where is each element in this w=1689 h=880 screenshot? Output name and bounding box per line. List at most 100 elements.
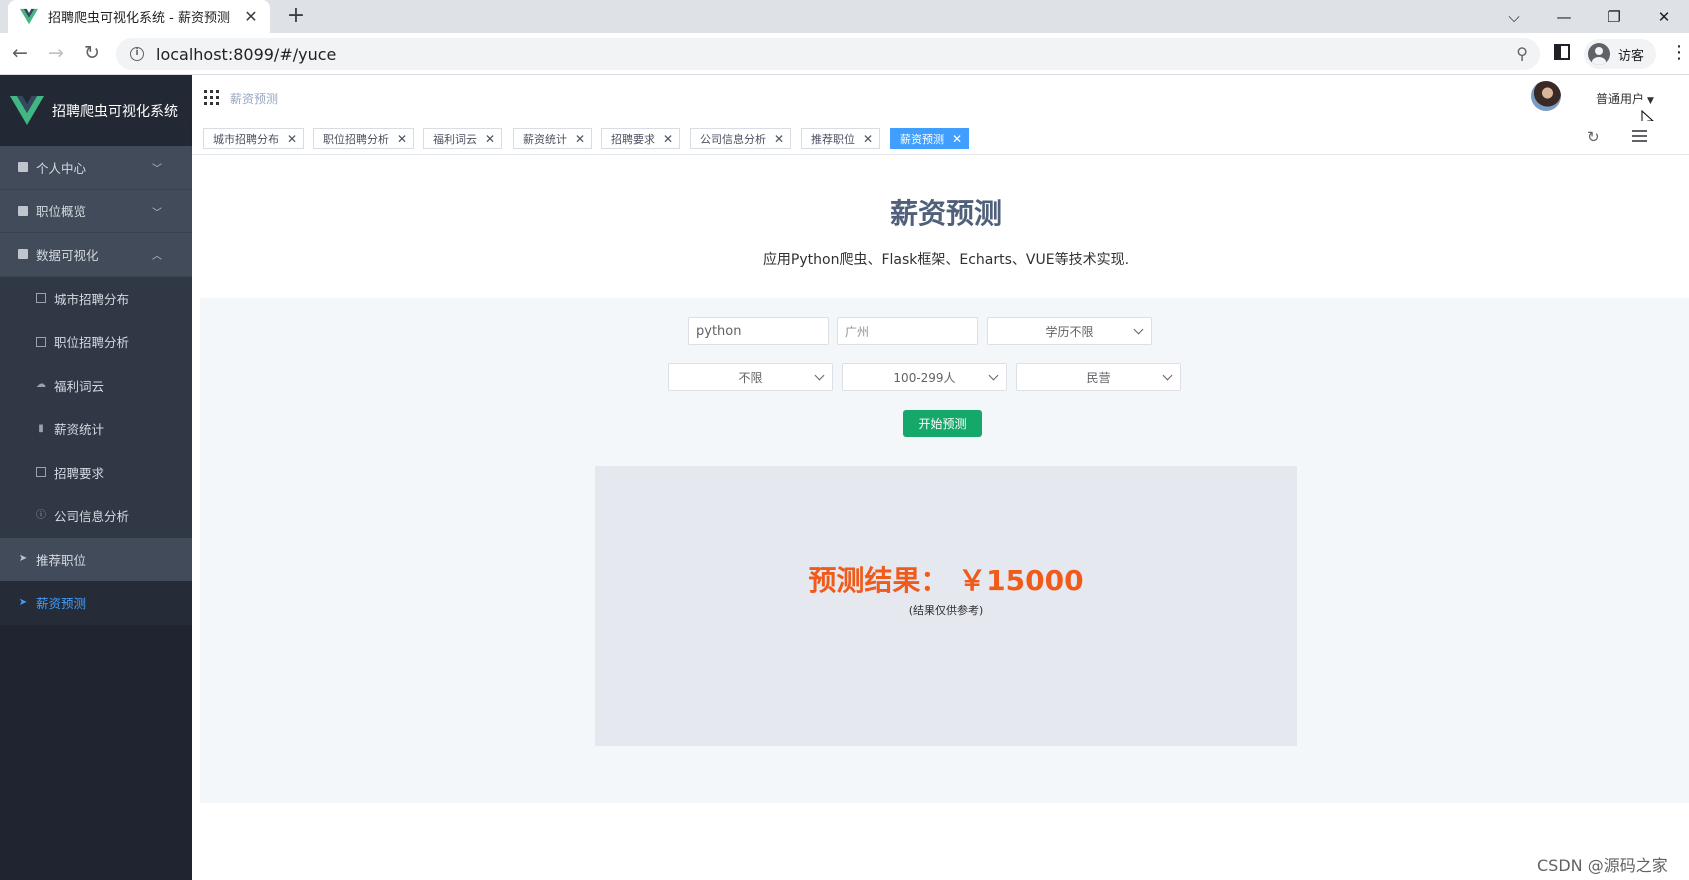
tag-recommended-jobs[interactable]: 推荐职位 ✕ — [801, 128, 881, 149]
browser-tab[interactable]: 招聘爬虫可视化系统 - 薪资预测 ✕ — [8, 0, 270, 33]
site-info-icon[interactable]: i — [130, 47, 144, 61]
sidebar-item-label: 城市招聘分布 — [54, 291, 130, 307]
sidebar-item-requirements[interactable]: 招聘要求 — [0, 450, 192, 494]
bar-chart-icon: ▮ — [38, 422, 44, 434]
apps-grid-icon[interactable] — [204, 90, 219, 105]
chevron-down-icon — [1162, 370, 1173, 381]
main-content: 薪资预测 应用Python爬虫、Flask框架、Echarts、VUE等技术实现… — [192, 155, 1689, 880]
sidebar-item-recommended-jobs[interactable]: ➤ 推荐职位 — [0, 537, 192, 581]
info-icon: ⓘ — [36, 509, 46, 521]
sidebar-item-label: 公司信息分析 — [54, 509, 130, 525]
refresh-icon[interactable]: ↻ — [1587, 128, 1600, 146]
company-size-select[interactable]: 100-299人 — [842, 363, 1007, 391]
new-tab-button[interactable]: + — [284, 3, 308, 28]
tags-view: 城市招聘分布 ✕ 职位招聘分析 ✕ 福利词云 ✕ 薪资统计 ✕ 招聘要求 ✕ 公司信息分析… — [192, 121, 1689, 155]
chevron-up-icon: ︿ — [152, 251, 162, 262]
tag-label: 推荐职位 — [811, 132, 855, 146]
sidebar-item-label: 个人中心 — [36, 160, 87, 176]
reload-icon[interactable]: ↻ — [80, 42, 104, 64]
tag-label: 薪资预测 — [900, 132, 944, 146]
tag-label: 薪资统计 — [523, 132, 567, 146]
sidebar-item-personal-center[interactable]: 个人中心 ﹀ — [0, 146, 192, 190]
list-icon — [36, 467, 46, 478]
tag-requirements[interactable]: 招聘要求 ✕ — [601, 128, 681, 149]
send-icon: ➤ — [18, 596, 28, 608]
side-panel-icon[interactable] — [1554, 44, 1570, 60]
back-icon[interactable]: ← — [8, 42, 32, 64]
table-icon — [36, 293, 46, 304]
vue-logo-icon — [10, 95, 44, 125]
url-text[interactable]: localhost:8099/#/yuce — [156, 45, 336, 64]
close-tab-icon[interactable]: ✕ — [242, 7, 260, 26]
minimize-icon[interactable]: — — [1539, 8, 1589, 26]
experience-select-value: 不限 — [738, 370, 763, 385]
sidebar-item-job-analysis[interactable]: 职位招聘分析 — [0, 320, 192, 364]
tag-company-analysis[interactable]: 公司信息分析 ✕ — [690, 128, 792, 149]
document-icon — [18, 249, 28, 260]
watermark: CSDN @源码之家 — [1537, 856, 1668, 875]
sidebar-item-salary-stats[interactable]: ▮ 薪资统计 — [0, 407, 192, 451]
chevron-down-icon: ﹀ — [152, 164, 162, 175]
tag-salary-stats[interactable]: 薪资统计 ✕ — [513, 128, 593, 149]
user-menu[interactable]: 普通用户 ▼ — [1596, 90, 1654, 107]
tag-label: 招聘要求 — [611, 132, 655, 146]
close-icon[interactable]: ✕ — [575, 132, 585, 146]
cloud-icon: ☁ — [36, 379, 46, 391]
close-icon[interactable]: ✕ — [397, 132, 407, 146]
browser-menu-icon[interactable]: ⋮ — [1670, 42, 1688, 63]
sidebar-item-benefit-wordcloud[interactable]: ☁ 福利词云 — [0, 363, 192, 407]
result-panel: 预测结果： ￥15000 (结果仅供参考) — [595, 466, 1297, 746]
browser-toolbar: ← → ↻ i localhost:8099/#/yuce ⚲ 访客 ⋮ — [0, 33, 1689, 75]
company-type-select[interactable]: 民营 — [1016, 363, 1181, 391]
sidebar-item-city-distribution[interactable]: 城市招聘分布 — [0, 276, 192, 320]
sidebar-item-label: 薪资预测 — [36, 596, 87, 612]
sidebar-item-salary-prediction[interactable]: ➤ 薪资预测 — [0, 581, 192, 625]
vue-logo-icon — [20, 8, 38, 24]
education-select[interactable]: 学历不限 — [987, 317, 1152, 345]
tab-search-icon[interactable]: ⌵ — [1489, 8, 1539, 26]
table-icon — [36, 336, 46, 347]
city-input[interactable]: 广州 — [837, 317, 978, 345]
profile-avatar-icon — [1588, 43, 1610, 65]
experience-select[interactable]: 不限 — [668, 363, 833, 391]
close-icon[interactable]: ✕ — [952, 132, 962, 146]
window-close-icon[interactable]: ✕ — [1639, 8, 1689, 26]
sidebar: 招聘爬虫可视化系统 个人中心 ﹀ 职位概览 ﹀ 数据可视化 ︿ 城市招聘分布 职… — [0, 75, 192, 880]
keyword-input[interactable]: python — [688, 317, 829, 345]
tag-label: 公司信息分析 — [700, 132, 766, 146]
close-icon[interactable]: ✕ — [774, 132, 784, 146]
start-prediction-button[interactable]: 开始预测 — [903, 410, 982, 437]
sidebar-item-data-visualization[interactable]: 数据可视化 ︿ — [0, 233, 192, 277]
profile-button[interactable]: 访客 — [1584, 39, 1656, 69]
document-icon — [18, 162, 28, 173]
company-type-select-value: 民营 — [1086, 370, 1111, 385]
close-icon[interactable]: ✕ — [485, 132, 495, 146]
chevron-down-icon — [1133, 324, 1144, 335]
chevron-down-icon: ﹀ — [152, 207, 162, 219]
tag-benefit-wordcloud[interactable]: 福利词云 ✕ — [423, 128, 503, 149]
chevron-down-icon — [814, 370, 825, 381]
address-bar[interactable]: i localhost:8099/#/yuce ⚲ — [116, 38, 1540, 70]
keyword-input-value: python — [696, 323, 742, 339]
sidebar-item-label: 招聘要求 — [54, 465, 105, 481]
close-icon[interactable]: ✕ — [663, 132, 673, 146]
close-icon[interactable]: ✕ — [287, 132, 297, 146]
tag-city-distribution[interactable]: 城市招聘分布 ✕ — [203, 128, 305, 149]
breadcrumb[interactable]: 薪资预测 — [230, 90, 278, 107]
sidebar-item-job-overview[interactable]: 职位概览 ﹀ — [0, 189, 192, 233]
brand: 招聘爬虫可视化系统 — [0, 75, 192, 146]
tag-salary-prediction[interactable]: 薪资预测 ✕ — [890, 128, 970, 149]
settings-sliders-icon[interactable] — [1632, 130, 1647, 143]
close-icon[interactable]: ✕ — [863, 132, 873, 146]
zoom-icon[interactable]: ⚲ — [1516, 44, 1528, 63]
browser-tab-strip: 招聘爬虫可视化系统 - 薪资预测 ✕ + ⌵ — ❐ ✕ — [0, 0, 1689, 33]
profile-label: 访客 — [1618, 48, 1645, 64]
education-select-value: 学历不限 — [1045, 324, 1094, 339]
restore-icon[interactable]: ❐ — [1589, 8, 1639, 26]
sidebar-item-company-analysis[interactable]: ⓘ 公司信息分析 — [0, 494, 192, 538]
sidebar-item-label: 福利词云 — [54, 378, 105, 394]
sidebar-item-label: 职位概览 — [36, 204, 87, 220]
avatar[interactable] — [1531, 81, 1561, 111]
forward-icon[interactable]: → — [44, 42, 68, 64]
tag-job-analysis[interactable]: 职位招聘分析 ✕ — [313, 128, 415, 149]
